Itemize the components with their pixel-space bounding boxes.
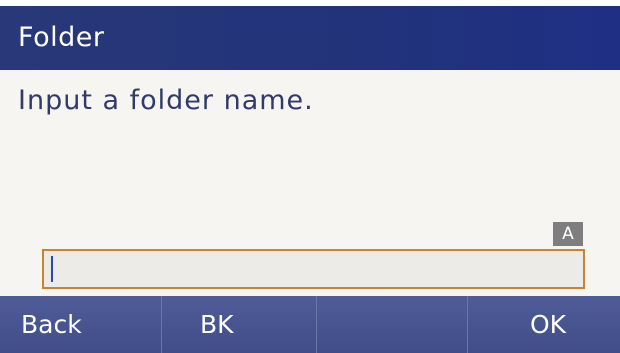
softkey-back[interactable]: Back [0, 296, 161, 353]
softkey-bar: Back BK OK [0, 296, 620, 353]
input-mode-indicator: A [553, 222, 583, 246]
softkey-ok[interactable]: OK [467, 296, 620, 353]
folder-name-input[interactable] [42, 249, 585, 289]
phone-screen: Folder Input a folder name. A Back BK OK [0, 0, 620, 353]
softkey-bk[interactable]: BK [161, 296, 316, 353]
softkey-empty[interactable] [316, 296, 467, 353]
title-bar: Folder [0, 6, 620, 70]
prompt-text: Input a folder name. [18, 85, 314, 116]
screen-title: Folder [18, 22, 105, 53]
text-cursor [51, 256, 53, 282]
content-area: Input a folder name. A [0, 70, 620, 296]
